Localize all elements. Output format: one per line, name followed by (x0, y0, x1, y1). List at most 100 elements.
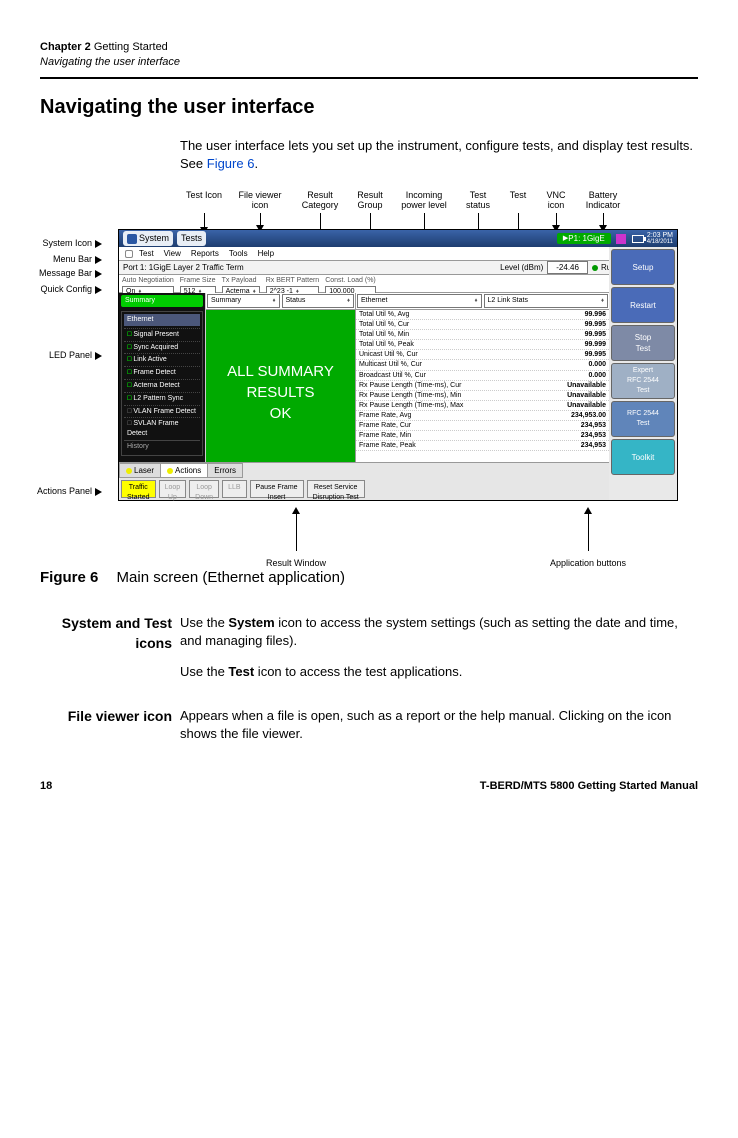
qc-const-load[interactable]: Const. Load (%)100.000 (325, 276, 376, 291)
callout-result-category: Result Category (294, 191, 346, 211)
stat-row: Total Util %, Peak99.999 (356, 340, 609, 350)
figure-link[interactable]: Figure 6 (207, 156, 255, 171)
qc-tx-payload[interactable]: Tx PayloadActerna (222, 276, 260, 291)
section-file-viewer-icon: File viewer icon Appears when a file is … (40, 707, 698, 755)
message-bar: Port 1: 1GigE Layer 2 Traffic Term Level… (119, 261, 677, 275)
tab-errors[interactable]: Errors (207, 463, 243, 478)
callout-menu-bar: Menu Bar (53, 253, 102, 266)
stat-row: Rx Pause Length (Time-ms), CurUnavailabl… (356, 381, 609, 391)
menu-view[interactable]: View (164, 248, 181, 259)
figure-caption-text: Main screen (Ethernet application) (117, 569, 345, 586)
clock: 2:03 PM 4/18/2011 (647, 232, 673, 245)
qc-rx-bert-pattern[interactable]: Rx BERT Pattern2^23 -1 (266, 276, 319, 291)
qc-auto-negotiation[interactable]: Auto NegotiationOn (122, 276, 174, 291)
chapter-header: Chapter 2 Getting Started (40, 40, 698, 55)
system-icon[interactable]: System (123, 231, 173, 246)
figure-6: Test Icon File viewer icon Result Catego… (40, 191, 700, 541)
led-history[interactable]: History (124, 440, 200, 453)
vnc-icon[interactable] (616, 234, 626, 244)
menu-test[interactable]: Test (139, 248, 154, 259)
led-signal-present: Signal Present (124, 328, 200, 341)
section-system-test-icons: System and Test icons Use the System ico… (40, 614, 698, 693)
expert-rfc2544-button[interactable]: Expert RFC 2544 Test (611, 363, 675, 399)
test-port-selector[interactable]: P1: 1GigE (557, 233, 611, 244)
nav-subtitle: Navigating the user interface (40, 55, 698, 70)
led-svlan-frame-detect: SVLAN Frame Detect (124, 417, 200, 440)
led-ethernet-group: Ethernet Signal Present Sync Acquired Li… (121, 311, 203, 456)
stat-row: Unicast Util %, Cur99.995 (356, 350, 609, 360)
loop-down-button[interactable]: Loop Down (189, 480, 219, 498)
top-callouts: Test Icon File viewer icon Result Catego… (40, 191, 700, 225)
callout-test: Test (506, 191, 530, 201)
llb-button[interactable]: LLB (222, 480, 246, 498)
callout-battery-indicator: Battery Indicator (580, 191, 626, 211)
callout-application-buttons: Application buttons (550, 557, 626, 570)
level-label: Level (dBm) (500, 262, 543, 273)
stat-row: Broadcast Util %, Cur0.000 (356, 371, 609, 381)
led-acterna-detect: Acterna Detect (124, 379, 200, 392)
restart-button[interactable]: Restart (611, 287, 675, 323)
callout-led-panel: LED Panel (49, 349, 102, 362)
traffic-started-button[interactable]: Traffic Started (121, 480, 156, 498)
callout-message-bar: Message Bar (39, 267, 102, 280)
header-rule (40, 77, 698, 79)
menu-reports[interactable]: Reports (191, 248, 219, 259)
chapter-title: Getting Started (94, 41, 168, 53)
stat-row: Multicast Util %, Cur0.000 (356, 360, 609, 370)
intro-paragraph: The user interface lets you set up the i… (180, 137, 698, 173)
bottom-callouts: Result Window Application buttons (40, 537, 700, 561)
stat-row: Total Util %, Cur99.995 (356, 320, 609, 330)
callout-test-icon: Test Icon (180, 191, 228, 201)
callout-incoming-power: Incoming power level (396, 191, 452, 211)
port-title: Port 1: 1GigE Layer 2 Traffic Term (123, 262, 244, 273)
reset-service-disruption-button[interactable]: Reset Service Disruption Test (307, 480, 365, 498)
led-vlan-frame-detect: VLAN Frame Detect (124, 405, 200, 418)
stats-rows: Total Util %, Avg99.996Total Util %, Cur… (356, 310, 609, 451)
section-paragraph: Appears when a file is open, such as a r… (180, 707, 698, 743)
battery-indicator-icon (632, 235, 644, 243)
result-group-select-left[interactable]: Status (282, 294, 355, 308)
section-heading: File viewer icon (40, 707, 180, 755)
qc-frame-size[interactable]: Frame Size512 (180, 276, 216, 291)
bottom-tabs: Laser Actions Errors (119, 462, 609, 478)
toolkit-button[interactable]: Toolkit (611, 439, 675, 475)
menu-help[interactable]: Help (258, 248, 274, 259)
callout-result-window: Result Window (266, 557, 326, 570)
page-number: 18 (40, 779, 52, 794)
figure-caption: Figure 6 Main screen (Ethernet applicati… (40, 567, 698, 588)
title-bar: System Tests P1: 1GigE 2:03 PM 4/18/2011 (119, 230, 677, 247)
figure-label: Figure 6 (40, 569, 98, 586)
stop-test-button[interactable]: Stop Test (611, 325, 675, 361)
result-group-select-right[interactable]: L2 Link Stats (484, 294, 609, 308)
stat-row: Rx Pause Length (Time-ms), MaxUnavailabl… (356, 401, 609, 411)
application-buttons: Setup Restart Stop Test Expert RFC 2544 … (609, 247, 677, 500)
main-screen: System Tests P1: 1GigE 2:03 PM 4/18/2011… (118, 229, 678, 501)
callout-actions-panel: Actions Panel (37, 485, 102, 498)
intro-text-b: . (254, 156, 258, 171)
rfc2544-button[interactable]: RFC 2544 Test (611, 401, 675, 437)
result-category-select[interactable]: Summary (207, 294, 280, 308)
result-category-select-right[interactable]: Ethernet (357, 294, 482, 308)
system-glyph-icon (127, 234, 137, 244)
setup-button[interactable]: Setup (611, 249, 675, 285)
callout-file-viewer-icon: File viewer icon (236, 191, 284, 211)
summary-results-body: ALL SUMMARY RESULTS OK (206, 310, 355, 476)
tab-actions[interactable]: Actions (160, 463, 208, 478)
menu-bar: Test View Reports Tools Help (119, 247, 677, 261)
menu-tools[interactable]: Tools (229, 248, 248, 259)
loop-up-button[interactable]: Loop Up (159, 480, 187, 498)
stat-row: Frame Rate, Cur234,953 (356, 421, 609, 431)
section-heading: System and Test icons (40, 614, 180, 693)
stat-row: Rx Pause Length (Time-ms), MinUnavailabl… (356, 391, 609, 401)
manual-title: T-BERD/MTS 5800 Getting Started Manual (480, 779, 698, 794)
callout-system-icon: System Icon (42, 237, 102, 250)
pause-frame-insert-button[interactable]: Pause Frame Insert (250, 480, 304, 498)
tab-laser[interactable]: Laser (119, 463, 161, 478)
tests-icon[interactable]: Tests (177, 231, 206, 246)
stat-row: Total Util %, Avg99.996 (356, 310, 609, 320)
led-sync-acquired: Sync Acquired (124, 341, 200, 354)
led-l2-pattern-sync: L2 Pattern Sync (124, 392, 200, 405)
quick-config: Auto NegotiationOn Frame Size512 Tx Payl… (119, 275, 677, 293)
file-viewer-icon[interactable] (125, 250, 133, 258)
led-summary[interactable]: Summary (121, 295, 203, 307)
